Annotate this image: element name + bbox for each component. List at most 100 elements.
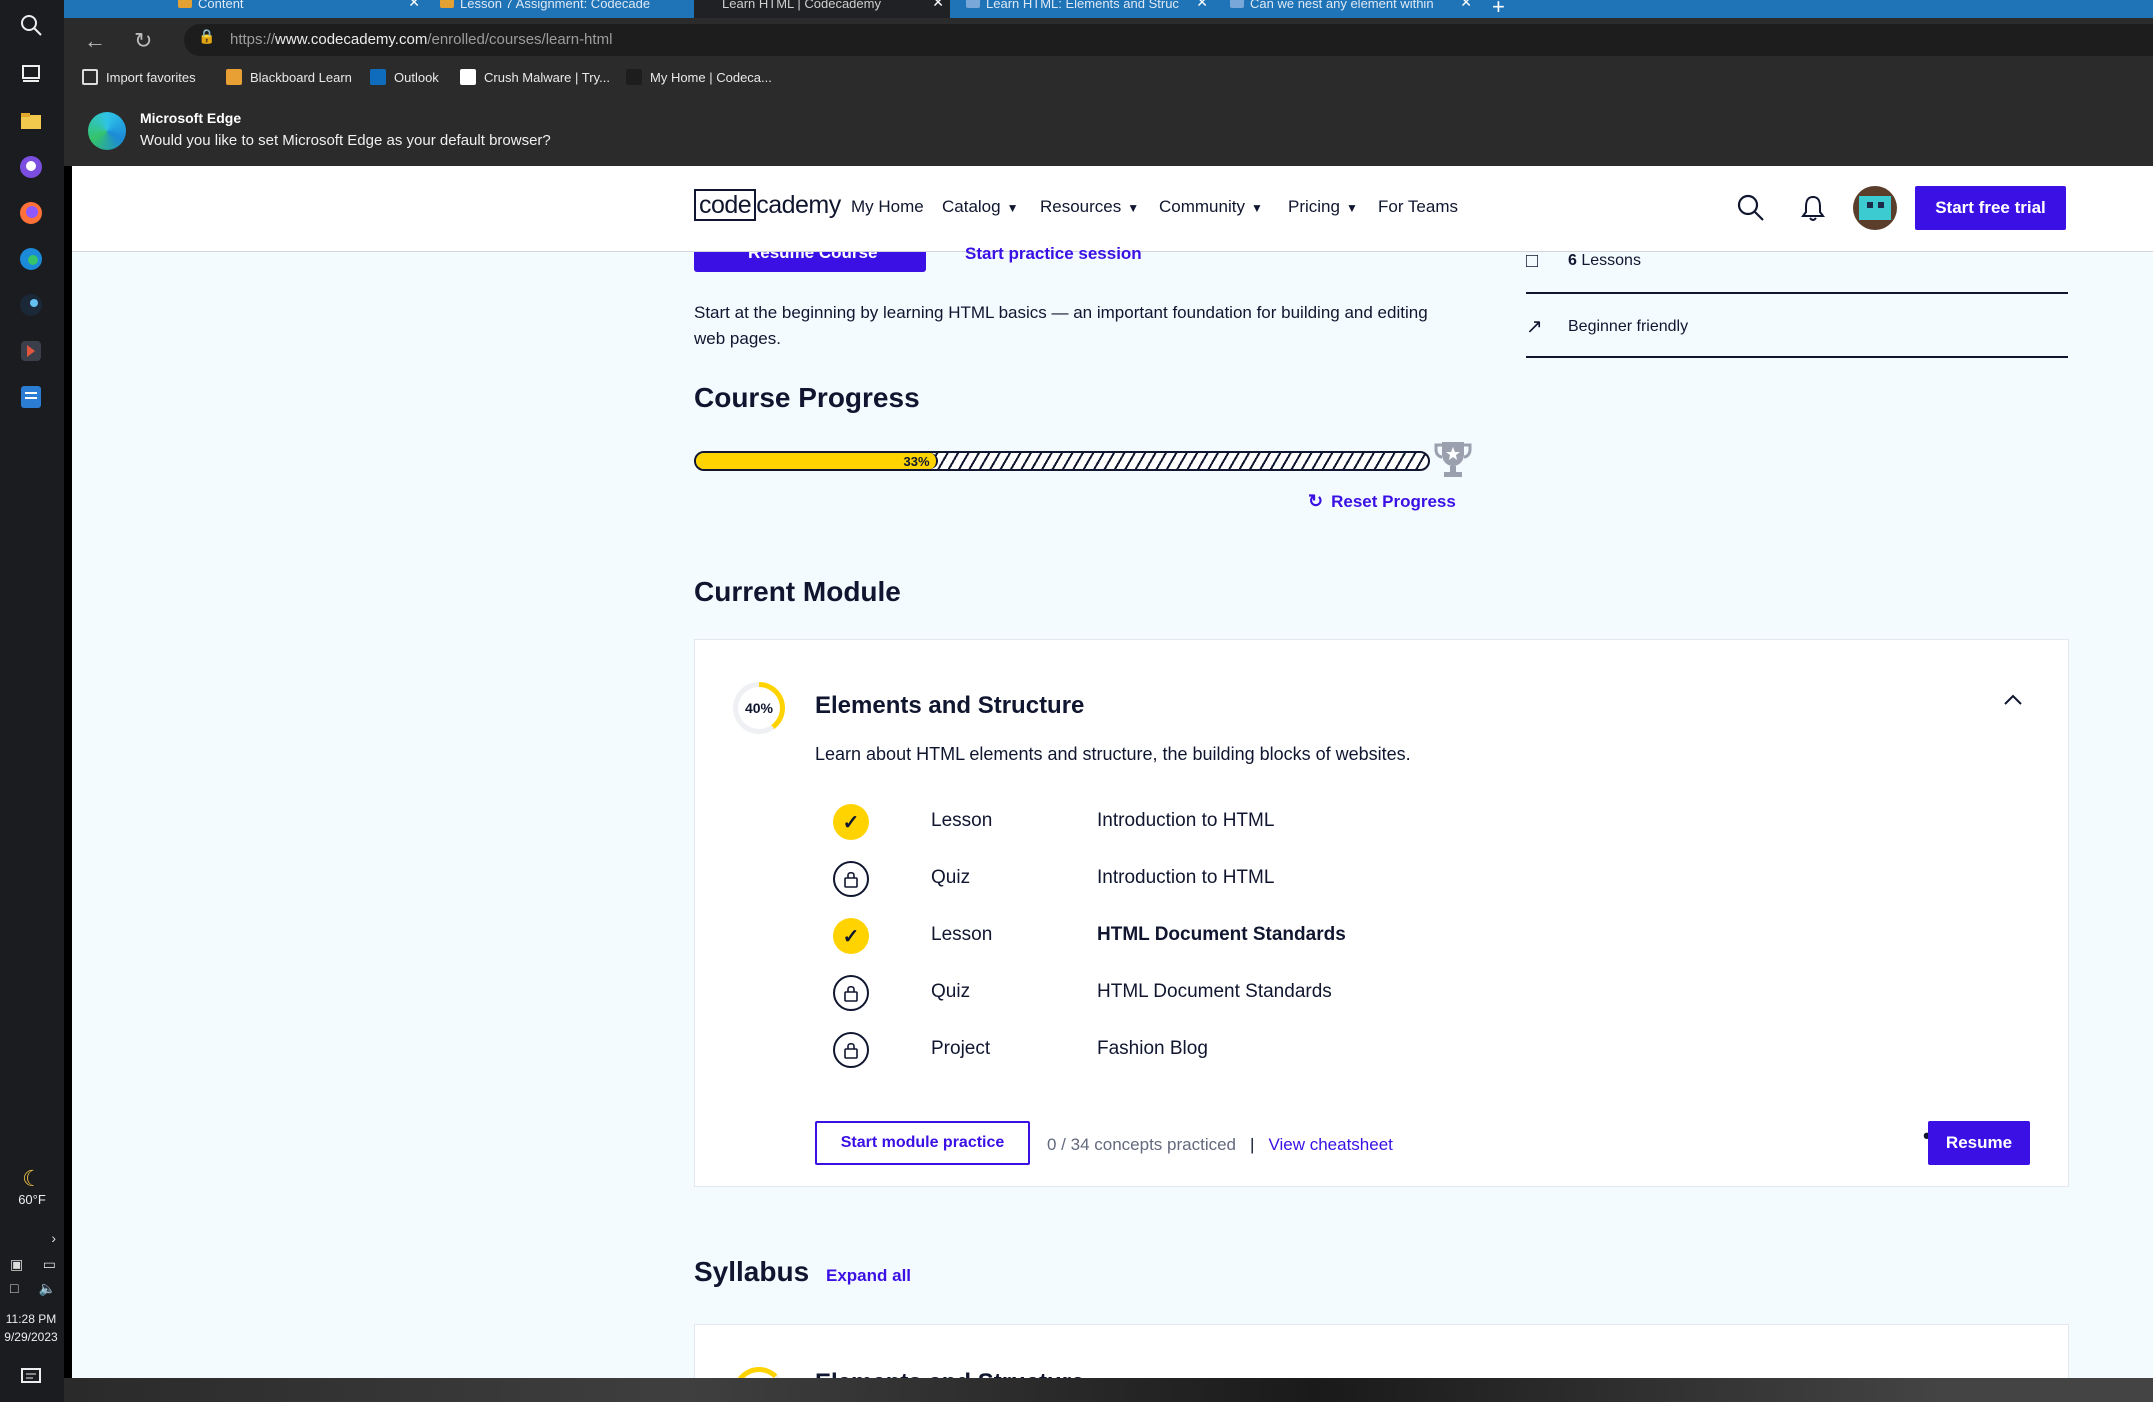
battery-icon[interactable]: ▭: [43, 1256, 56, 1273]
fav-import-favorites[interactable]: Import favorites: [82, 69, 196, 85]
trophy-icon: [1434, 442, 1472, 477]
weather-widget[interactable]: ☾ 60°F: [4, 1166, 60, 1207]
start-module-practice-button[interactable]: Start module practice: [815, 1121, 1030, 1165]
edge-icon[interactable]: [14, 242, 48, 276]
level-label: Beginner friendly: [1568, 318, 1689, 335]
start-practice-session-link[interactable]: Start practice session: [965, 244, 1142, 264]
item-name[interactable]: Fashion Blog: [1097, 1038, 1208, 1060]
nav-for-teams[interactable]: For Teams: [1378, 197, 1458, 217]
url-text[interactable]: https://www.codecademy.com/enrolled/cour…: [230, 31, 612, 48]
app-icon[interactable]: [14, 334, 48, 368]
firefox-icon[interactable]: [14, 196, 48, 230]
nav-catalog[interactable]: Catalog ▼: [942, 197, 1019, 217]
nav-community[interactable]: Community ▼: [1159, 197, 1263, 217]
fav-codecademy[interactable]: My Home | Codeca...: [626, 69, 772, 85]
edge-logo-icon: [88, 112, 126, 150]
fav-blackboard[interactable]: Blackboard Learn: [226, 69, 352, 85]
favorites-bar: Import favorites Blackboard Learn Outloo…: [64, 62, 2153, 94]
module-title[interactable]: Elements and Structure: [815, 692, 1084, 720]
tab-elements-structure[interactable]: Learn HTML: Elements and Struc ✕: [958, 0, 1214, 18]
tab-favicon-icon: [178, 0, 192, 8]
item-name[interactable]: Introduction to HTML: [1097, 867, 1274, 889]
nav-pricing[interactable]: Pricing ▼: [1288, 197, 1358, 217]
resume-button[interactable]: Resume: [1928, 1121, 2030, 1165]
search-icon[interactable]: [14, 8, 48, 42]
logo-rest: cademy: [756, 191, 841, 219]
steam-icon[interactable]: [14, 288, 48, 322]
reset-icon: ↻: [1308, 491, 1324, 511]
avatar[interactable]: [1853, 186, 1897, 230]
item-name[interactable]: HTML Document Standards: [1097, 924, 1346, 946]
module-item-row[interactable]: ✓ Lesson HTML Document Standards: [833, 918, 1733, 954]
tab-learn-html[interactable]: Learn HTML | Codecademy ✕: [694, 0, 950, 18]
fav-label: Blackboard Learn: [250, 70, 352, 85]
avatar-eye: [1878, 202, 1884, 208]
module-item-row[interactable]: Project Fashion Blog: [833, 1032, 1733, 1068]
meet-icon[interactable]: ▣: [10, 1256, 23, 1273]
chevron-up-icon[interactable]: [2003, 690, 2023, 713]
close-tab-icon[interactable]: ✕: [932, 0, 944, 9]
avatar-eye: [1867, 202, 1873, 208]
fav-label: My Home | Codeca...: [650, 70, 772, 85]
notifications-icon[interactable]: [14, 1360, 48, 1394]
desktop-wallpaper-strip: [64, 1378, 2153, 1402]
volume-icon[interactable]: 🔈: [39, 1280, 56, 1297]
lessons-label: Lessons: [1581, 252, 1641, 269]
resume-course-button[interactable]: Resume Course: [694, 252, 926, 272]
fav-malwarebytes[interactable]: Crush Malware | Try...: [460, 69, 610, 85]
file-explorer-icon[interactable]: [14, 104, 48, 138]
item-name[interactable]: Introduction to HTML: [1097, 810, 1274, 832]
start-free-trial-button[interactable]: Start free trial: [1915, 186, 2066, 230]
url-path: /enrolled/courses/learn-html: [427, 31, 613, 48]
expand-all-button[interactable]: Expand all: [826, 1266, 911, 1286]
tab-favicon-icon: [966, 0, 980, 8]
close-tab-icon[interactable]: ✕: [408, 0, 420, 9]
check-icon: ✓: [833, 804, 869, 840]
course-progress-heading: Course Progress: [694, 382, 920, 413]
item-name[interactable]: HTML Document Standards: [1097, 981, 1332, 1003]
tab-nest-element[interactable]: Can we nest any element within ✕: [1222, 0, 1478, 18]
tab-strip: Content ✕ Lesson 7 Assignment: Codecade …: [64, 0, 2153, 18]
github-icon[interactable]: [14, 150, 48, 184]
lock-icon[interactable]: 🔒: [198, 28, 215, 45]
bell-icon[interactable]: [1798, 193, 1828, 223]
new-tab-icon[interactable]: +: [1492, 0, 1505, 18]
back-icon[interactable]: ←: [84, 28, 106, 54]
tray-icons-row-2[interactable]: □ 🔈: [10, 1280, 56, 1297]
module-item-row[interactable]: Quiz Introduction to HTML: [833, 861, 1733, 897]
weather-temp: 60°F: [18, 1192, 46, 1207]
lessons-count-item: □ 6 Lessons: [1526, 250, 1641, 273]
nav-my-home[interactable]: My Home: [851, 197, 924, 217]
avatar-face: [1859, 196, 1891, 220]
task-view-icon[interactable]: [14, 56, 48, 90]
network-icon[interactable]: □: [10, 1280, 18, 1297]
resume-course-label: Resume Course: [748, 252, 878, 262]
reset-progress-button[interactable]: ↻ Reset Progress: [1308, 491, 1456, 512]
close-tab-icon[interactable]: ✕: [1460, 0, 1472, 9]
item-kind: Lesson: [931, 924, 993, 945]
search-icon[interactable]: [1736, 193, 1766, 223]
close-tab-icon[interactable]: ✕: [1196, 0, 1208, 9]
module-item-row[interactable]: Quiz HTML Document Standards: [833, 975, 1733, 1011]
tray-expand-icon[interactable]: ›: [10, 1230, 56, 1246]
word-icon[interactable]: [14, 380, 48, 414]
view-cheatsheet-link[interactable]: View cheatsheet: [1268, 1135, 1392, 1154]
windows-taskbar: ☾ 60°F › ▣ ▭ □ 🔈 11:28 PM 9/29/2023: [0, 0, 64, 1402]
fav-outlook[interactable]: Outlook: [370, 69, 439, 85]
tray-icons-row-1[interactable]: ▣ ▭: [10, 1256, 56, 1273]
module-item-row[interactable]: ✓ Lesson Introduction to HTML: [833, 804, 1733, 840]
tab-content[interactable]: Content ✕: [170, 0, 426, 18]
nav-resources[interactable]: Resources ▼: [1040, 197, 1139, 217]
nav-label: Community: [1159, 197, 1245, 216]
refresh-icon[interactable]: ↻: [134, 28, 152, 54]
course-progress-bar: 33%: [694, 451, 1430, 471]
nav-label: For Teams: [1378, 197, 1458, 216]
codecademy-logo[interactable]: code cademy: [694, 189, 841, 221]
syllabus-module-card[interactable]: Elements and Structure: [694, 1324, 2069, 1378]
url-prefix: https://: [230, 31, 276, 48]
default-browser-notification[interactable]: Microsoft Edge Would you like to set Mic…: [64, 94, 2153, 166]
clock[interactable]: 11:28 PM 9/29/2023: [0, 1310, 62, 1346]
screen: ☾ 60°F › ▣ ▭ □ 🔈 11:28 PM 9/29/2023 Conten…: [0, 0, 2153, 1402]
nav-label: Resources: [1040, 197, 1122, 216]
codecademy-icon: [626, 69, 642, 85]
